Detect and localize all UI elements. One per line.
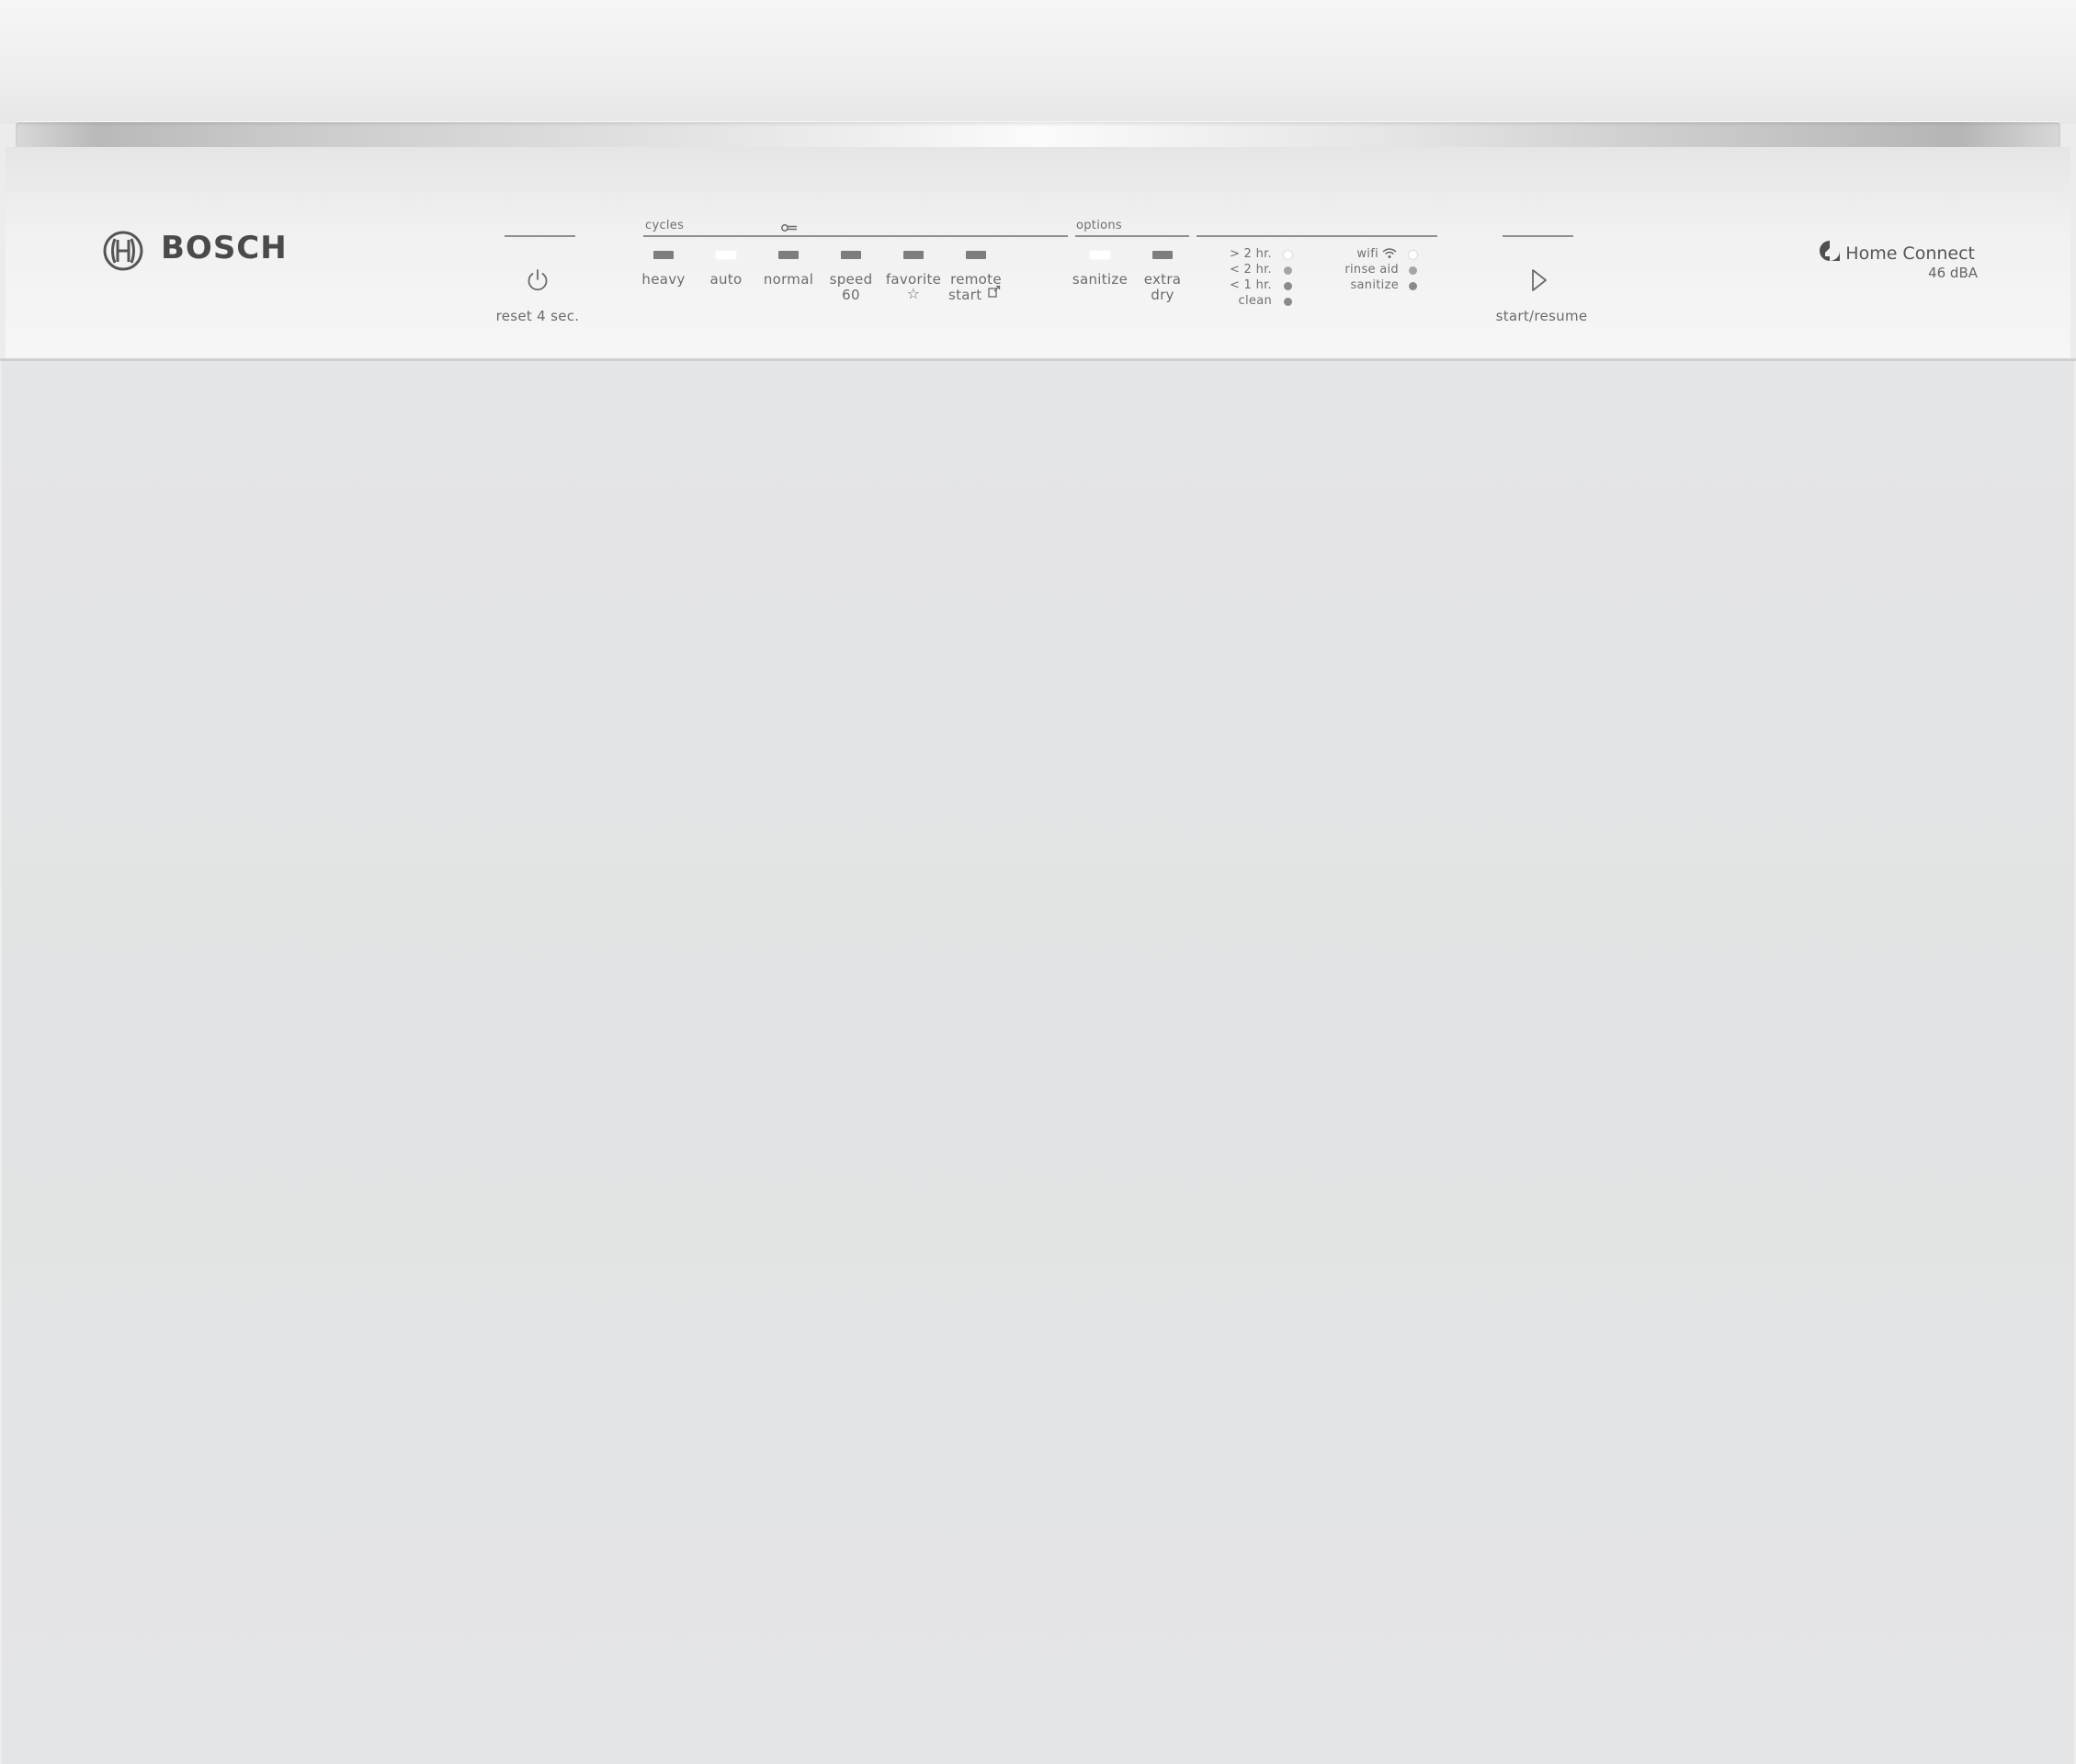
top-lip bbox=[0, 0, 2076, 124]
wifi-icon bbox=[1382, 248, 1397, 258]
bosch-armature-icon bbox=[103, 231, 143, 271]
time-label-under-1hr: < 1 hr. bbox=[1229, 278, 1272, 292]
noise-rating: 46 dBA bbox=[1928, 265, 1978, 281]
power-rule bbox=[505, 235, 575, 237]
option-led-extra-dry bbox=[1152, 251, 1173, 259]
time-label-under-2hr: < 2 hr. bbox=[1229, 263, 1272, 277]
home-connect-name: Home Connect bbox=[1845, 243, 1975, 264]
cycle-label-remote: remote bbox=[950, 271, 1002, 288]
cycle-led-normal bbox=[778, 251, 799, 259]
status-label-rinse-aid: rinse aid bbox=[1344, 263, 1399, 277]
status-dot-wifi bbox=[1409, 251, 1417, 259]
door-handle[interactable] bbox=[16, 122, 2060, 148]
cycle-led-favorite bbox=[903, 251, 924, 259]
play-icon[interactable] bbox=[1529, 267, 1549, 293]
time-dot-under-1hr bbox=[1284, 282, 1292, 290]
start-label: start/resume bbox=[1495, 308, 1588, 324]
key-lock-icon bbox=[781, 224, 797, 232]
time-label-clean: clean bbox=[1238, 294, 1272, 308]
cycle-label-start: start bbox=[948, 287, 982, 303]
time-dot-under-2hr bbox=[1284, 266, 1292, 275]
option-led-sanitize bbox=[1090, 251, 1110, 259]
time-dot-over-2hr bbox=[1284, 251, 1292, 259]
door-panel bbox=[0, 361, 2076, 1764]
cycles-header: cycles bbox=[645, 219, 685, 232]
cycle-led-speed60 bbox=[841, 251, 861, 259]
cycle-led-heavy bbox=[653, 251, 674, 259]
status-dot-sanitize bbox=[1409, 282, 1417, 290]
cycle-led-auto bbox=[716, 251, 736, 259]
dishwasher-front: BOSCH reset 4 sec. cycles heavy auto nor… bbox=[0, 0, 2076, 1764]
time-dot-clean bbox=[1284, 298, 1292, 306]
status-dot-rinse-aid bbox=[1409, 266, 1417, 275]
status-label-wifi: wifi bbox=[1356, 247, 1378, 261]
cycles-rule bbox=[643, 235, 1068, 237]
remote-start-icon bbox=[988, 285, 1001, 298]
brand-name: BOSCH bbox=[161, 230, 288, 266]
options-header: options bbox=[1076, 219, 1122, 232]
power-label: reset 4 sec. bbox=[495, 308, 580, 324]
control-panel bbox=[6, 147, 2070, 358]
cycle-led-remote-start bbox=[966, 251, 986, 259]
home-connect-icon bbox=[1820, 241, 1840, 261]
start-rule bbox=[1503, 235, 1573, 237]
status-rule bbox=[1197, 235, 1437, 237]
time-label-over-2hr: > 2 hr. bbox=[1229, 247, 1272, 261]
power-icon[interactable] bbox=[526, 267, 550, 292]
options-rule bbox=[1075, 235, 1189, 237]
status-label-sanitize: sanitize bbox=[1350, 278, 1399, 292]
